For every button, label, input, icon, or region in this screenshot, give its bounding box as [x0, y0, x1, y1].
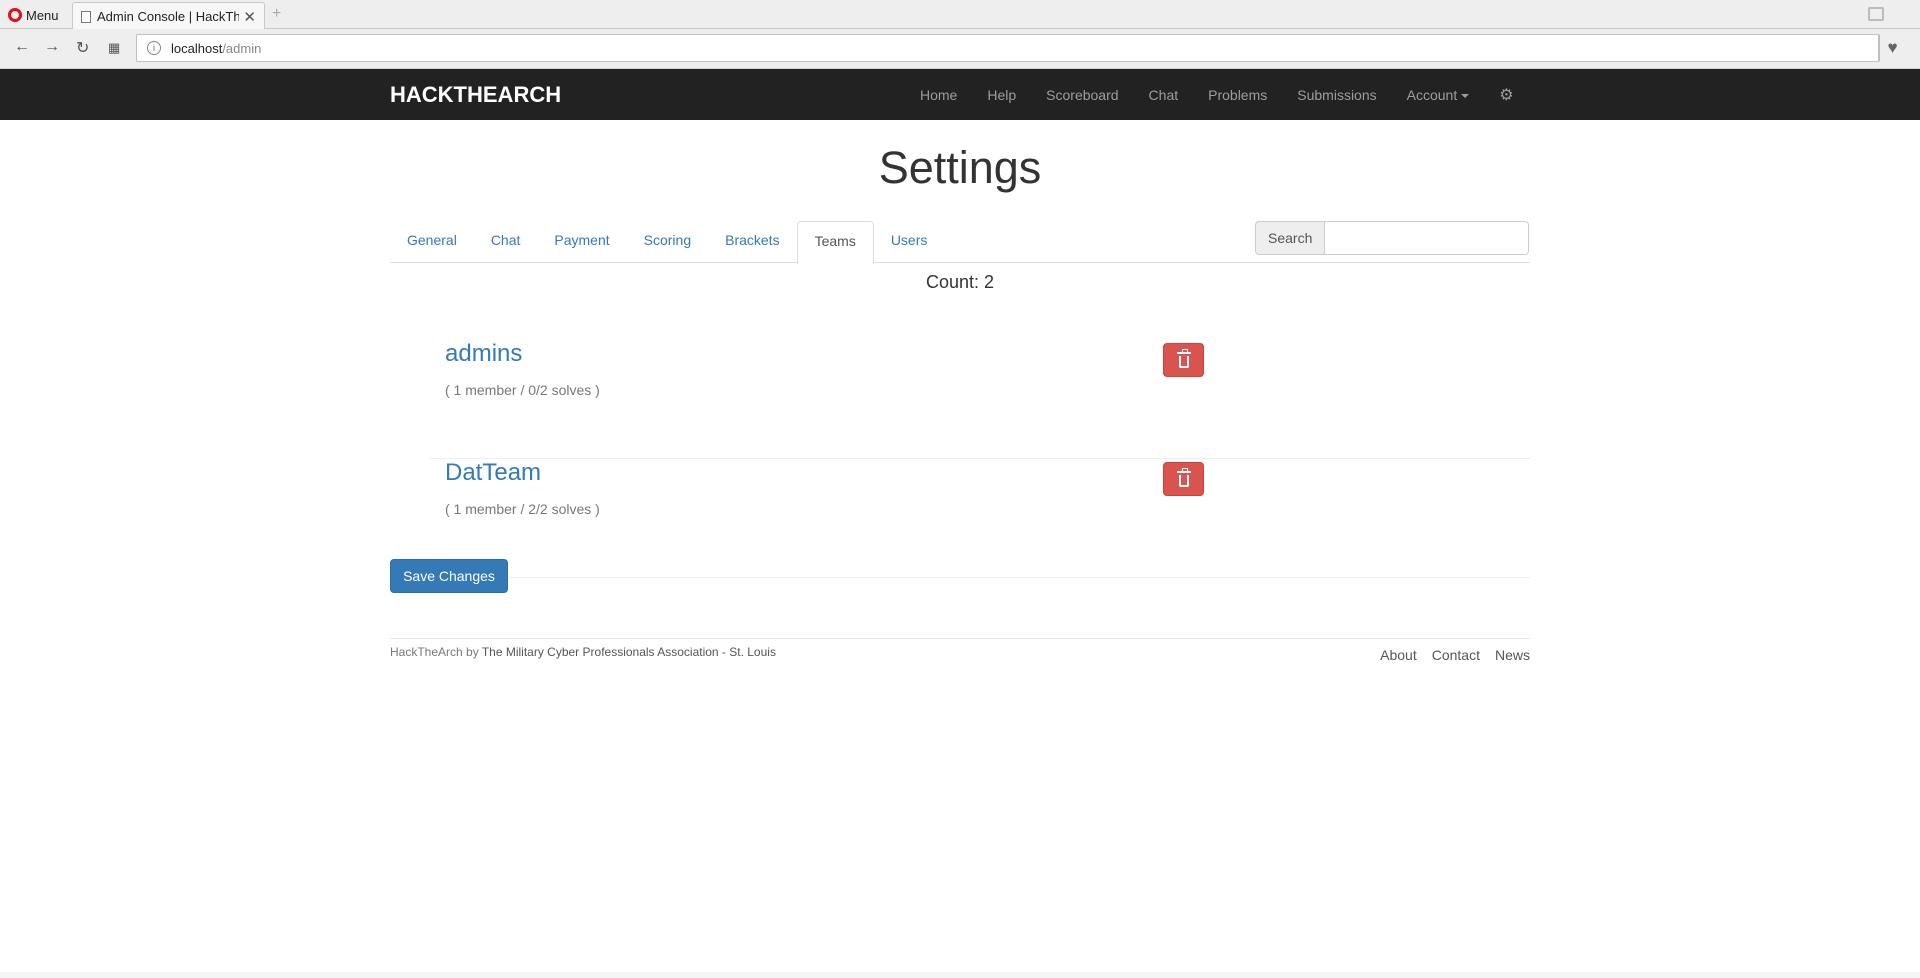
tab-teams[interactable]: Teams — [796, 221, 874, 264]
caret-down-icon — [1461, 93, 1470, 98]
nav-menu: Home Help Scoreboard Chat Problems Submi… — [905, 69, 1529, 120]
footer-credits: HackTheArch by The Military Cyber Profes… — [390, 645, 776, 659]
nav-item-chat[interactable]: Chat — [1134, 87, 1194, 103]
url-path: /admin — [222, 40, 262, 56]
footer-by: by — [462, 645, 482, 659]
page-title: Settings — [878, 142, 1042, 193]
browser-tab[interactable]: Admin Console | HackTh ✕ — [72, 2, 265, 30]
footer-link-contact[interactable]: Contact — [1432, 647, 1480, 663]
footer-link-news[interactable]: News — [1495, 647, 1530, 663]
nav-item-scoreboard[interactable]: Scoreboard — [1031, 87, 1133, 103]
footer-link-about[interactable]: About — [1380, 647, 1417, 663]
team-count: Count: 2 — [925, 272, 995, 292]
opera-logo-icon — [8, 8, 22, 22]
page-icon — [81, 10, 91, 23]
tab-brackets[interactable]: Brackets — [708, 221, 796, 263]
nav-item-problems[interactable]: Problems — [1193, 87, 1282, 103]
search-label: Search — [1255, 221, 1326, 255]
bottom-strip — [0, 972, 1920, 978]
account-label: Account — [1406, 86, 1458, 103]
team-meta: ( 1 member / 0/2 solves ) — [445, 382, 600, 398]
footer-site-name: HackTheArch — [390, 645, 463, 659]
tab-scoring[interactable]: Scoring — [627, 221, 708, 263]
browser-menu-label: Menu — [26, 7, 59, 23]
delete-team-button[interactable] — [1163, 343, 1204, 377]
forward-arrow-icon[interactable]: → — [44, 38, 60, 56]
site-info-icon[interactable]: i — [147, 41, 161, 55]
nav-item-account-dropdown[interactable]: Account — [1392, 87, 1485, 103]
tab-chat[interactable]: Chat — [474, 221, 538, 263]
tab-users[interactable]: Users — [874, 221, 945, 263]
team-name-link[interactable]: admins — [445, 340, 522, 368]
team-name-link[interactable]: DatTeam — [445, 459, 541, 487]
nav-item-help[interactable]: Help — [972, 87, 1031, 103]
site-navbar: HACKTHEARCH Home Help Scoreboard Chat Pr… — [0, 69, 1920, 120]
tab-payment[interactable]: Payment — [537, 221, 626, 263]
team-row: admins ( 1 member / 0/2 solves ) — [430, 340, 1530, 459]
search-group: Search — [1255, 221, 1530, 255]
tab-close-icon[interactable]: ✕ — [243, 8, 256, 26]
reload-icon[interactable]: ↻ — [76, 38, 89, 58]
footer-org-link[interactable]: The Military Cyber Professionals Associa… — [482, 645, 776, 659]
footer: HackTheArch by The Military Cyber Profes… — [390, 638, 1530, 663]
trash-icon — [1176, 467, 1191, 487]
nav-item-home[interactable]: Home — [905, 87, 972, 103]
heart-icon[interactable]: ♥ — [1878, 34, 1906, 62]
trash-icon — [1176, 348, 1191, 368]
browser-tab-bar: Menu Admin Console | HackTh ✕ + — [0, 0, 1920, 30]
browser-address-bar: ← → ↻ ▦ i localhost/admin ♥ — [0, 29, 1920, 69]
search-input[interactable] — [1325, 221, 1530, 255]
back-arrow-icon[interactable]: ← — [14, 38, 30, 56]
browser-menu-button[interactable]: Menu — [8, 6, 59, 24]
gear-icon[interactable]: ⚙ — [1484, 85, 1528, 105]
footer-links: About Contact News — [1365, 647, 1530, 663]
url-host: localhost — [171, 40, 223, 56]
save-changes-button[interactable]: Save Changes — [390, 559, 508, 593]
team-row: DatTeam ( 1 member / 2/2 solves ) — [430, 459, 1530, 578]
browser-tab-title: Admin Console | HackTh — [97, 9, 240, 24]
nav-item-submissions[interactable]: Submissions — [1282, 87, 1391, 103]
team-meta: ( 1 member / 2/2 solves ) — [445, 501, 600, 517]
site-brand[interactable]: HACKTHEARCH — [390, 82, 561, 108]
tab-general[interactable]: General — [390, 221, 474, 263]
new-tab-icon[interactable]: + — [272, 5, 281, 23]
url-field[interactable]: i localhost/admin — [136, 34, 1880, 62]
downloads-icon[interactable] — [1868, 7, 1884, 21]
speed-dial-icon[interactable]: ▦ — [108, 40, 120, 56]
delete-team-button[interactable] — [1163, 462, 1204, 496]
